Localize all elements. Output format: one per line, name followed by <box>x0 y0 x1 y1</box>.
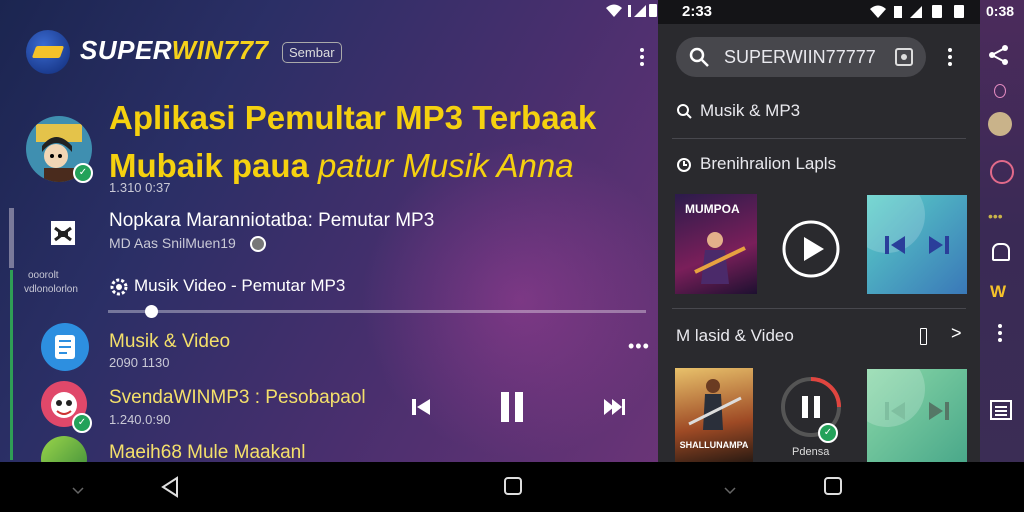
list-item-title[interactable]: Musik Video - Pemutar MP3 <box>134 276 345 296</box>
sembar-chip[interactable]: Sembar <box>282 42 342 63</box>
album-art[interactable]: MUMPOA <box>675 194 757 294</box>
album-caption: Pdensa <box>792 446 830 458</box>
play-icon[interactable] <box>782 220 840 283</box>
navigation-bar <box>0 462 1024 512</box>
left-app-pane: SUPERWIN777 Sembar ✓ Aplikasi Pemultar M… <box>0 0 658 462</box>
scroll-track <box>10 270 13 460</box>
pause-icon[interactable] <box>498 390 526 429</box>
history-icon <box>676 157 692 178</box>
previous-icon[interactable] <box>410 396 432 423</box>
home-icon[interactable] <box>823 476 843 501</box>
list-item-subtitle: MD Aas SnilMuen19 <box>109 235 236 251</box>
right-app-pane: 2:33 SUPERWIIN77777 Musik & MP3 Brenihra… <box>658 0 980 462</box>
list-item-title[interactable]: SvendaWINMP3 : Pesobapaol <box>109 387 366 409</box>
status-time: 2:33 <box>682 3 713 20</box>
side-label: ooorolt <box>28 270 59 281</box>
seek-handle[interactable] <box>144 305 158 318</box>
status-time: 0:38 <box>986 3 1015 19</box>
app-icon[interactable] <box>41 323 89 371</box>
tool-icon[interactable] <box>990 160 1014 184</box>
divider <box>672 138 966 139</box>
arrow-icon[interactable]: > <box>951 323 962 344</box>
chevron-down-icon[interactable] <box>724 482 736 500</box>
suggestion-item[interactable]: Brenihralion Lapls <box>700 154 836 174</box>
verified-badge: ✓ <box>72 413 92 433</box>
bookmark-icon[interactable] <box>920 328 927 345</box>
side-label-2: vdlonolorlon <box>24 284 78 295</box>
status-icons <box>868 3 968 26</box>
tool-icon[interactable] <box>992 243 1010 261</box>
album-art[interactable] <box>867 369 967 462</box>
album-title: SHALLUNAMPA <box>679 440 749 450</box>
back-icon[interactable] <box>160 476 180 503</box>
list-item-subtitle: 2090 1130 <box>109 355 170 370</box>
count-badge <box>250 236 266 252</box>
gear-icon <box>108 276 130 303</box>
more-horiz-icon[interactable]: ••• <box>628 336 650 357</box>
list-item-title[interactable]: Musik & Video <box>109 331 230 353</box>
list-item-subtitle: 1.240.0:90 <box>109 412 171 427</box>
scroll-indicator[interactable] <box>9 208 14 268</box>
tab-switch-icon[interactable] <box>894 47 914 72</box>
search-icon <box>676 103 692 124</box>
profile-icon[interactable] <box>988 112 1012 136</box>
more-vert-icon[interactable] <box>948 48 952 69</box>
page-title: Aplikasi Pemultar MP3 Terbaak Mubaik pau… <box>109 99 597 184</box>
next-icon[interactable] <box>602 396 626 423</box>
brand-mini-icon[interactable]: W <box>990 282 1006 302</box>
home-icon[interactable] <box>503 476 523 501</box>
side-toolbar: 0:38 ••• W <box>980 0 1024 462</box>
search-icon[interactable] <box>688 46 710 73</box>
search-input[interactable]: SUPERWIIN77777 <box>724 47 876 68</box>
share-icon[interactable] <box>988 44 1010 71</box>
status-icons <box>604 2 658 23</box>
more-vert-icon[interactable] <box>640 48 644 69</box>
suggestion-item[interactable]: Musik & MP3 <box>700 101 800 121</box>
app-icon <box>46 216 80 250</box>
verified-badge: ✓ <box>73 163 93 183</box>
brand-name: SUPERWIN777 <box>80 35 269 65</box>
list-item-title[interactable]: Nopkara Maranniotatba: Pemutar MP3 <box>109 210 434 232</box>
dots-icon[interactable]: ••• <box>988 208 1003 224</box>
album-art[interactable]: SHALLUNAMPA <box>675 368 753 462</box>
avatar[interactable] <box>41 436 87 462</box>
album-art[interactable] <box>867 195 967 294</box>
menu-icon[interactable] <box>990 400 1012 425</box>
seek-bar[interactable] <box>108 310 646 313</box>
list-item-title[interactable]: Maeih68 Mule Maakanl <box>109 442 305 462</box>
more-vert-icon[interactable] <box>998 324 1002 345</box>
brand-logo <box>26 30 70 74</box>
verified-badge: ✓ <box>818 423 838 443</box>
chevron-down-icon[interactable] <box>72 482 84 500</box>
divider <box>672 308 966 309</box>
section-title: M lasid & Video <box>676 326 794 345</box>
tool-icon[interactable] <box>994 84 1006 98</box>
headline-meta: 1.310 0:37 <box>109 180 171 195</box>
